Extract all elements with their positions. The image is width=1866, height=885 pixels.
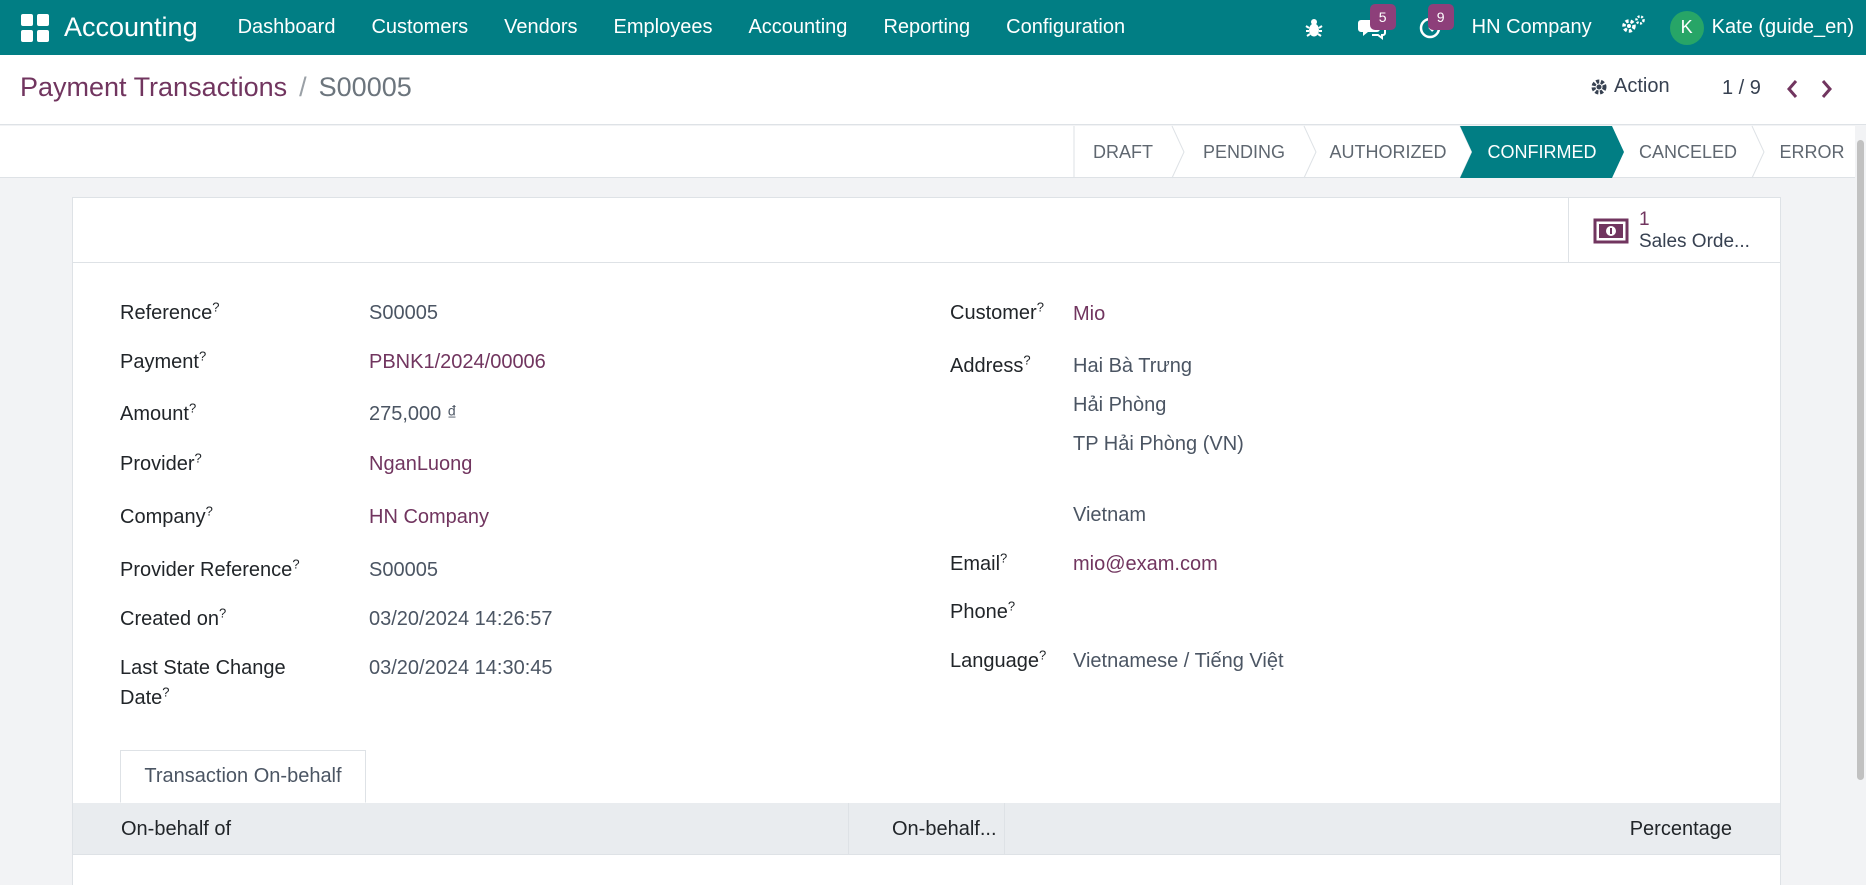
page-scrollbar[interactable] xyxy=(1855,126,1866,885)
provider-reference-label: Provider Reference? xyxy=(120,556,300,581)
menu-customers[interactable]: Customers xyxy=(353,0,486,55)
address-line-2: Hải Phòng xyxy=(1073,394,1167,416)
menu-configuration[interactable]: Configuration xyxy=(988,0,1143,55)
pager-value[interactable]: 1 / 9 xyxy=(1722,77,1761,100)
status-step-error[interactable]: ERROR xyxy=(1752,126,1860,178)
reference-label: Reference? xyxy=(120,299,220,324)
menu-vendors[interactable]: Vendors xyxy=(486,0,595,55)
payment-label: Payment? xyxy=(120,348,207,373)
language-value: Vietnamese / Tiếng Việt xyxy=(1073,650,1284,672)
email-label: Email? xyxy=(950,550,1008,575)
sales-orders-smart-button[interactable]: 1 Sales Orde... xyxy=(1568,198,1780,263)
provider-link[interactable]: NganLuong xyxy=(369,449,472,479)
column-on-behalf[interactable]: On-behalf... xyxy=(892,803,997,855)
on-behalf-table-header: On-behalf of On-behalf... Percentage xyxy=(73,803,1780,855)
action-label: Action xyxy=(1614,75,1670,97)
gear-icon xyxy=(1591,79,1607,94)
smart-button-label: Sales Orde... xyxy=(1639,230,1750,252)
scrollbar-thumb[interactable] xyxy=(1857,140,1864,780)
amount-label: Amount? xyxy=(120,400,197,425)
status-step-label: PENDING xyxy=(1202,141,1285,162)
breadcrumb-parent[interactable]: Payment Transactions xyxy=(20,72,287,103)
messages-icon[interactable]: 5 xyxy=(1352,0,1396,55)
top-navbar: Accounting Dashboard Customers Vendors E… xyxy=(0,0,1866,55)
main-menu: Dashboard Customers Vendors Employees Ac… xyxy=(220,0,1144,55)
smart-button-count: 1 xyxy=(1639,208,1650,230)
status-step-pending[interactable]: PENDING xyxy=(1172,125,1317,179)
pager-next-icon[interactable] xyxy=(1815,74,1837,104)
address-label: Address? xyxy=(950,352,1031,377)
reference-value: S00005 xyxy=(369,302,438,324)
status-step-label: AUTHORIZED xyxy=(1329,141,1447,162)
menu-reporting[interactable]: Reporting xyxy=(865,0,988,55)
address-line-1: Hai Bà Trưng xyxy=(1073,355,1192,377)
amount-value: 275,000 ₫ xyxy=(369,403,458,425)
language-label: Language? xyxy=(950,647,1047,672)
user-menu[interactable]: Kate (guide_en) xyxy=(1712,16,1854,39)
status-bar: DRAFT PENDING AUTHORIZED CONFIRMED CANCELED E… xyxy=(0,125,1866,179)
breadcrumb-current: S00005 xyxy=(318,72,412,102)
column-on-behalf-of[interactable]: On-behalf of xyxy=(121,803,231,855)
tab-transaction-on-behalf[interactable]: Transaction On-behalf xyxy=(120,750,366,803)
status-step-authorized[interactable]: AUTHORIZED xyxy=(1304,125,1473,179)
company-link[interactable]: HN Company xyxy=(369,502,489,532)
status-step-draft[interactable]: DRAFT xyxy=(1073,125,1185,179)
menu-employees[interactable]: Employees xyxy=(596,0,731,55)
action-button[interactable]: Action xyxy=(1590,75,1670,98)
phone-label: Phone? xyxy=(950,598,1016,623)
payment-link[interactable]: PBNK1/2024/00006 xyxy=(369,347,546,377)
customer-link[interactable]: Mio xyxy=(1073,299,1105,329)
navbar-systray: 5 9 HN Company K Kate (guide_en) xyxy=(1294,0,1866,55)
debug-bug-icon[interactable] xyxy=(1294,0,1334,55)
address-line-3: TP Hải Phòng (VN) xyxy=(1073,433,1244,455)
breadcrumb-separator: / xyxy=(299,72,307,102)
apps-menu-icon[interactable] xyxy=(18,11,52,45)
created-on-value: 03/20/2024 14:26:57 xyxy=(369,608,553,630)
user-avatar[interactable]: K xyxy=(1669,10,1704,45)
settings-gears-icon[interactable] xyxy=(1620,14,1646,42)
activities-clock-icon[interactable]: 9 xyxy=(1410,0,1454,55)
provider-reference-value: S00005 xyxy=(369,559,438,581)
pager-previous-icon[interactable] xyxy=(1782,74,1804,104)
company-label: Company? xyxy=(120,503,213,528)
last-state-change-label: Last State Change Date? xyxy=(120,657,286,709)
messages-badge: 5 xyxy=(1369,4,1396,30)
column-separator xyxy=(1004,803,1005,855)
money-icon xyxy=(1593,218,1629,243)
column-separator xyxy=(848,803,849,855)
status-step-label: DRAFT xyxy=(1093,141,1153,162)
control-panel: Payment Transactions / S00005 Action 1 /… xyxy=(0,55,1866,125)
menu-dashboard[interactable]: Dashboard xyxy=(220,0,354,55)
company-switcher[interactable]: HN Company xyxy=(1472,16,1592,39)
status-step-canceled[interactable]: CANCELED xyxy=(1612,125,1765,179)
status-step-label: CANCELED xyxy=(1638,141,1738,162)
customer-label: Customer? xyxy=(950,299,1044,324)
status-step-label: CONFIRMED xyxy=(1487,141,1597,162)
menu-accounting[interactable]: Accounting xyxy=(730,0,865,55)
status-step-label: ERROR xyxy=(1779,141,1845,162)
app-name[interactable]: Accounting xyxy=(64,12,198,43)
button-box: 1 Sales Orde... xyxy=(73,198,1780,263)
status-step-confirmed[interactable]: CONFIRMED xyxy=(1460,126,1624,178)
form-sheet: 1 Sales Orde... Reference? S00005 Paymen… xyxy=(72,197,1781,885)
activities-badge: 9 xyxy=(1427,4,1454,30)
created-on-label: Created on? xyxy=(120,605,227,630)
email-link[interactable]: mio@exam.com xyxy=(1073,549,1218,579)
last-state-change-value: 03/20/2024 14:30:45 xyxy=(369,657,553,679)
address-country: Vietnam xyxy=(1073,504,1147,526)
column-percentage[interactable]: Percentage xyxy=(1630,803,1732,855)
provider-label: Provider? xyxy=(120,450,202,475)
breadcrumb: Payment Transactions / S00005 xyxy=(20,72,412,103)
